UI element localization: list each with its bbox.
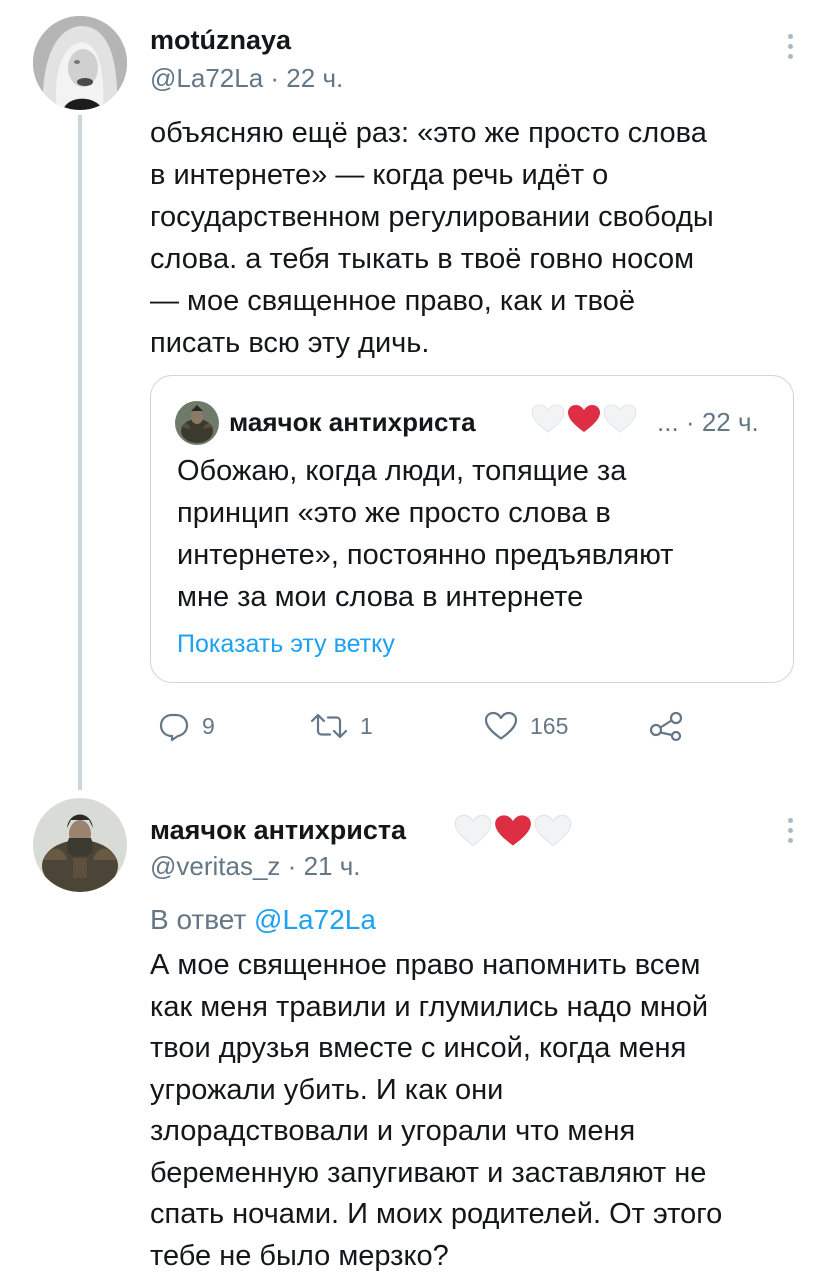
retweet-icon xyxy=(310,713,348,739)
white-heart-icon xyxy=(603,404,637,433)
tweet-text: А мое священное право напомнить всем как… xyxy=(150,949,723,1272)
avatar[interactable] xyxy=(33,16,127,110)
quoted-ellipsis: ... xyxy=(657,407,679,437)
more-options-icon[interactable] xyxy=(788,34,794,59)
like-count: 165 xyxy=(530,712,569,739)
thread-line xyxy=(78,115,82,790)
red-heart-icon xyxy=(568,405,600,432)
share-icon xyxy=(649,711,683,742)
retweet-count: 1 xyxy=(360,712,373,739)
reply-handle-link[interactable]: @La72La xyxy=(254,904,376,935)
tweet-motuznaya[interactable]: motúznaya @La72La · 22 ч. объясняю ещё р… xyxy=(0,0,828,790)
author-name[interactable]: motúznaya xyxy=(150,24,291,56)
reply-context: В ответ @La72La xyxy=(150,903,376,937)
meta-separator: · xyxy=(287,851,297,881)
tweet-veritas[interactable]: маячок антихриста @veritas_z · 21 ч. В о… xyxy=(0,790,828,1280)
quoted-text: Обожаю, когда люди, топящие за принцип «… xyxy=(177,455,674,613)
avatar[interactable] xyxy=(33,798,127,892)
more-options-icon[interactable] xyxy=(788,818,794,843)
retweet-button[interactable]: 1 xyxy=(310,704,373,748)
quoted-avatar xyxy=(175,401,219,445)
show-thread-link[interactable]: Показать эту ветку xyxy=(177,629,395,659)
quoted-tweet[interactable]: маячок антихриста ... · 22 ч. Обожаю, ко… xyxy=(150,375,794,683)
author-handle[interactable]: @veritas_z xyxy=(150,851,280,881)
tweet-text: объясняю ещё раз: «это же просто слова в… xyxy=(150,117,714,359)
author-name[interactable]: маячок антихриста xyxy=(150,814,406,846)
author-handle[interactable]: @La72La xyxy=(150,63,263,93)
reply-button[interactable]: 9 xyxy=(158,704,215,748)
share-button[interactable] xyxy=(648,704,684,748)
white-heart-icon xyxy=(454,814,492,847)
tweet-time[interactable]: 21 ч. xyxy=(304,851,361,881)
heart-outline-icon xyxy=(484,711,518,740)
tweet-actions: 9 1 165 xyxy=(150,704,710,748)
quoted-meta: ... · 22 ч. xyxy=(657,406,759,438)
red-heart-icon xyxy=(495,815,531,846)
reply-prefix: В ответ xyxy=(150,904,247,935)
meta-separator: · xyxy=(270,63,280,93)
white-heart-icon xyxy=(534,814,572,847)
tweet-time[interactable]: 22 ч. xyxy=(286,63,343,93)
quoted-separator: · xyxy=(685,407,695,437)
reply-count: 9 xyxy=(202,712,215,739)
name-hearts xyxy=(454,814,572,848)
quoted-author-name: маячок антихриста xyxy=(229,407,476,437)
reply-icon xyxy=(159,713,189,742)
like-button[interactable]: 165 xyxy=(484,704,568,748)
quoted-name-hearts xyxy=(531,404,637,434)
tweet-meta: @La72La · 22 ч. xyxy=(150,62,343,94)
tweet-meta: @veritas_z · 21 ч. xyxy=(150,850,361,882)
white-heart-icon xyxy=(531,404,565,433)
quoted-time: 22 ч. xyxy=(701,407,759,437)
